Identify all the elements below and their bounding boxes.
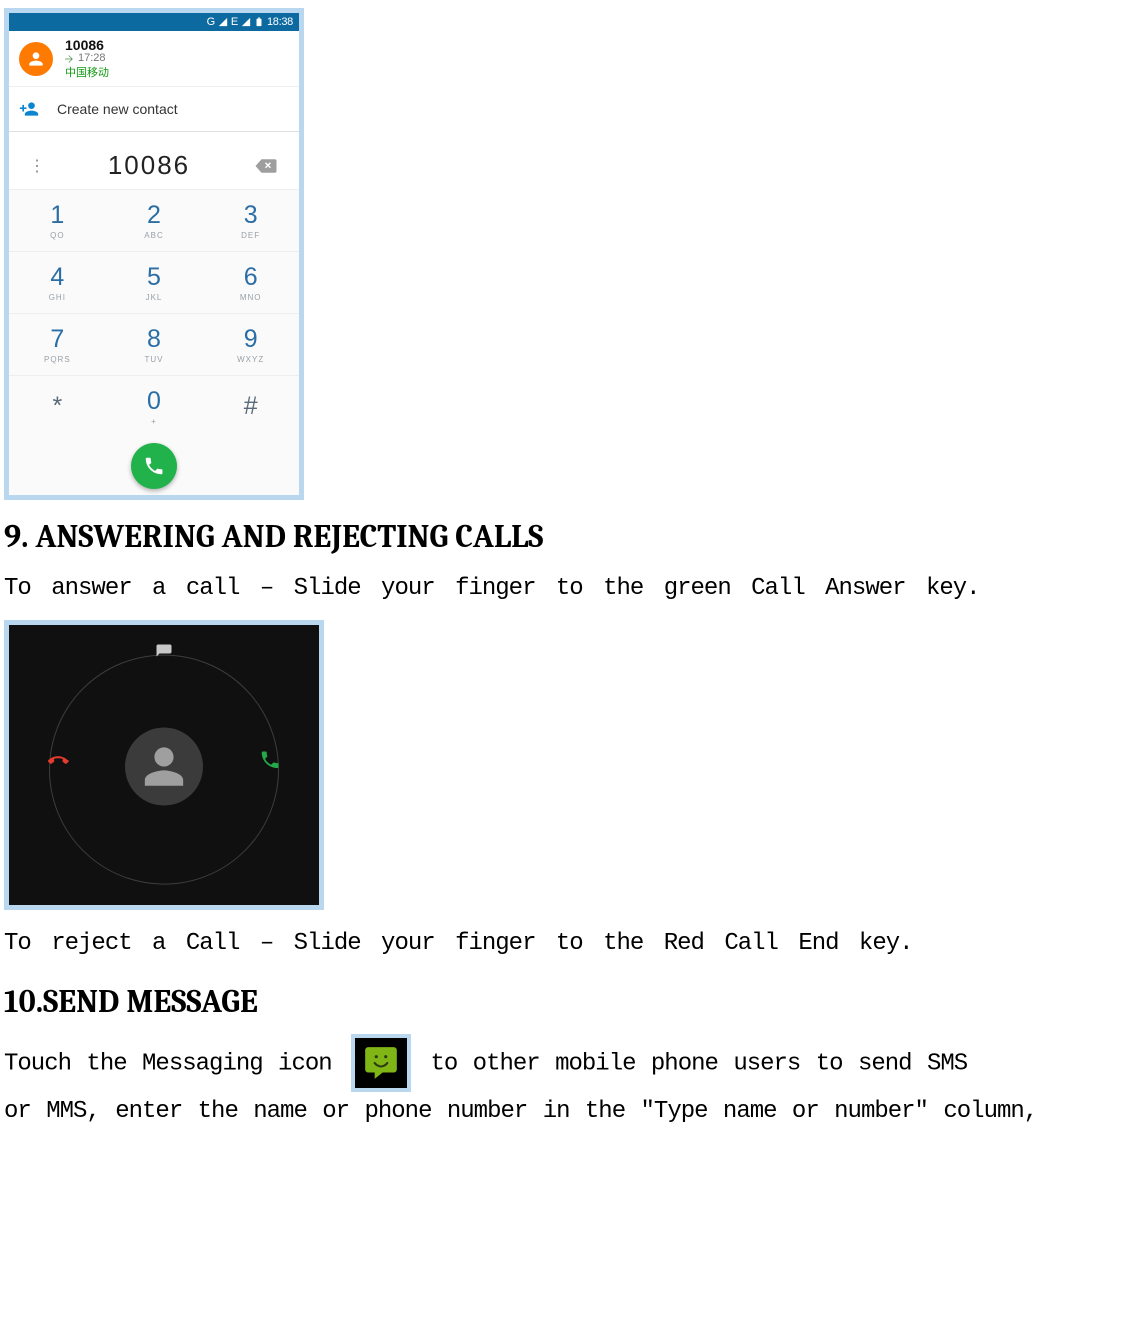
key-8[interactable]: 8TUV [106,313,203,375]
section-9-text-answer: To answer a call – Slide your finger to … [4,569,1122,610]
key-hash[interactable]: # [202,375,299,437]
section-10-post: to other mobile phone users to send SMS [430,1050,967,1077]
recent-time: 17:28 [78,53,106,64]
section-10-line1: Touch the Messaging icon to other mobile… [4,1034,1122,1092]
message-icon [362,1044,400,1082]
network-label: G [207,16,215,28]
recent-call-card[interactable]: 10086 17:28 中国移动 [9,31,299,87]
answer-call-button[interactable] [259,749,281,776]
section-9-text-reject: To reject a Call – Slide your finger to … [4,924,1122,965]
section-10-heading: 10.SEND MESSAGE [4,983,1122,1020]
sms-reply-icon[interactable] [155,643,173,661]
section-10-line2: or MMS, enter the name or phone number i… [4,1092,1122,1133]
statusbar-time: 18:38 [267,16,293,28]
section-10-pre: Touch the Messaging icon [4,1050,347,1077]
signal-icon [218,17,228,27]
create-contact-label: Create new contact [57,101,178,117]
recent-carrier: 中国移动 [65,64,109,80]
key-1[interactable]: 1QO [9,189,106,251]
messaging-app-icon[interactable] [351,1034,411,1092]
dial-call-button[interactable] [131,443,177,489]
phone-icon [143,455,165,477]
avatar [19,42,53,76]
incoming-call-figure [4,620,324,910]
create-new-contact[interactable]: Create new contact [9,87,299,132]
key-7[interactable]: 7PQRS [9,313,106,375]
key-2[interactable]: 2ABC [106,189,203,251]
overflow-icon[interactable]: ⋮ [29,156,45,176]
key-0[interactable]: 0+ [106,375,203,437]
signal-icon-2 [241,17,251,27]
key-6[interactable]: 6MNO [202,251,299,313]
recent-number: 10086 [65,37,109,53]
battery-icon [254,17,264,27]
backspace-button[interactable] [253,157,279,175]
dial-keypad: 1QO 2ABC 3DEF 4GHI 5JKL 6MNO 7PQRS 8TUV … [9,189,299,437]
key-9[interactable]: 9WXYZ [202,313,299,375]
status-bar: G E 18:38 [9,13,299,31]
section-9-heading: 9. ANSWERING AND REJECTING CALLS [4,518,1122,555]
key-5[interactable]: 5JKL [106,251,203,313]
number-entry-row: ⋮ 10086 [9,140,299,189]
reject-call-button[interactable] [47,749,69,776]
entered-number: 10086 [108,150,190,181]
add-contact-icon [19,99,39,119]
key-4[interactable]: 4GHI [9,251,106,313]
key-3[interactable]: 3DEF [202,189,299,251]
outgoing-icon [63,53,74,64]
caller-avatar[interactable] [125,727,203,805]
key-star[interactable]: * [9,375,106,437]
dialer-screenshot: G E 18:38 10086 17:28 中国移动 Create new co… [4,8,304,500]
network-label-2: E [231,16,238,28]
